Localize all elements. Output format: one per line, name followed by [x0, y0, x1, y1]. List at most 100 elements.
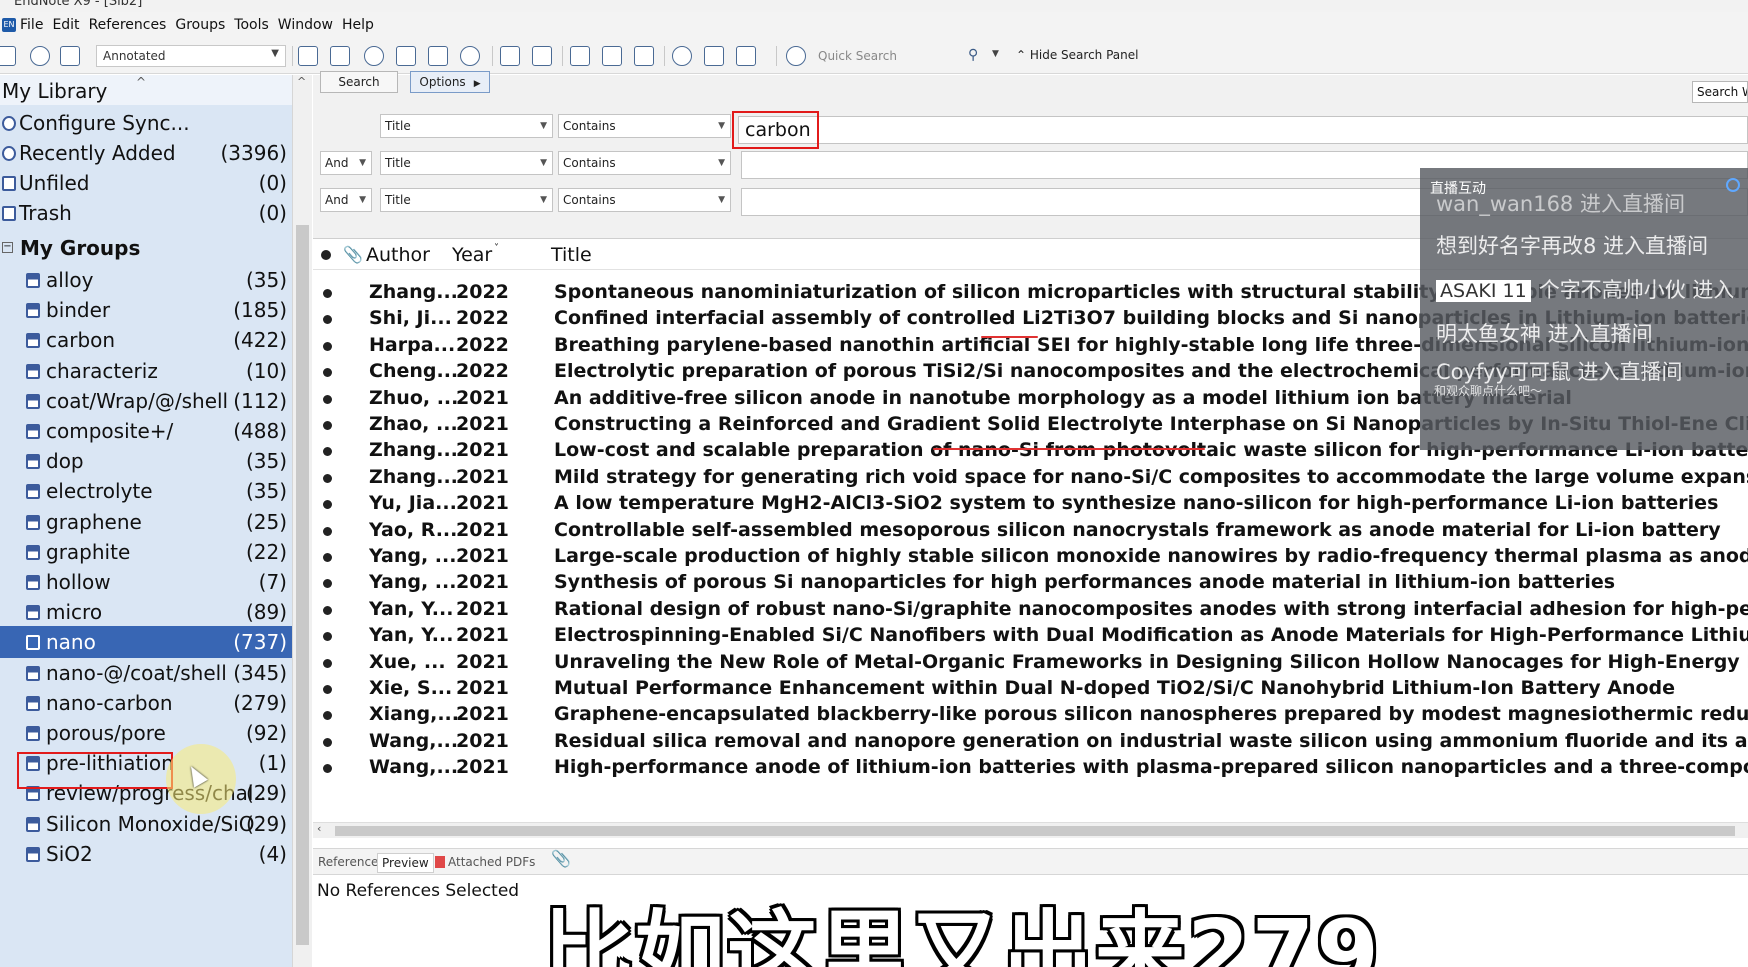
- sidebar-item-recently-added[interactable]: Recently Added (3396): [0, 137, 292, 169]
- tab-reference[interactable]: Reference: [318, 853, 378, 873]
- export-icon[interactable]: [428, 46, 448, 66]
- sidebar-group-item[interactable]: electrolyte (35): [0, 475, 292, 507]
- table-row[interactable]: Yang, ... 2021 Synthesis of porous Si nano…: [313, 568, 1748, 597]
- new-reference-icon[interactable]: [330, 46, 350, 66]
- menu-file[interactable]: File: [20, 17, 43, 33]
- sidebar-group-item[interactable]: alloy (35): [0, 264, 292, 296]
- paperclip-icon[interactable]: 📎: [551, 850, 571, 870]
- sidebar-group-item[interactable]: Silicon Monoxide/SiO (29): [0, 808, 292, 840]
- scrollbar-thumb[interactable]: [335, 826, 1735, 836]
- options-button[interactable]: Options ▶: [410, 71, 490, 93]
- horizontal-scrollbar[interactable]: ‹: [313, 822, 1748, 838]
- search-field-select[interactable]: Title ▼: [380, 151, 553, 175]
- refresh-icon[interactable]: [1726, 178, 1740, 192]
- group-icon: [26, 756, 40, 772]
- sidebar-group-item[interactable]: porous/pore (92): [0, 717, 292, 749]
- sync-icon[interactable]: [672, 46, 692, 66]
- import-icon[interactable]: [396, 46, 416, 66]
- quick-search-input[interactable]: Quick Search: [812, 45, 992, 67]
- chevron-down-icon[interactable]: ▼: [992, 49, 999, 59]
- online-search-icon[interactable]: [30, 46, 50, 66]
- open-link-icon[interactable]: [500, 46, 520, 66]
- scrollbar-thumb[interactable]: [296, 225, 309, 945]
- boolean-select[interactable]: And ▼: [320, 151, 372, 175]
- search-button[interactable]: Search: [320, 71, 398, 93]
- search-operator-select[interactable]: Contains ▼: [558, 188, 731, 212]
- group-icon: [26, 695, 40, 711]
- sidebar-group-item[interactable]: nano-carbon (279): [0, 687, 292, 719]
- search-icon[interactable]: ⚲: [968, 47, 978, 63]
- table-row[interactable]: Xue, ... 2021 Unraveling the New Role of M…: [313, 648, 1748, 677]
- table-row[interactable]: Yan, Y... 2021 Electrospinning-Enabled Si/…: [313, 621, 1748, 650]
- table-row[interactable]: Yu, Jia... 2021 A low temperature MgH2-AlC…: [313, 489, 1748, 518]
- collapse-icon[interactable]: −: [2, 242, 13, 253]
- insert-citation-icon[interactable]: [570, 46, 590, 66]
- chevron-left-icon[interactable]: ‹: [317, 822, 321, 835]
- boolean-select[interactable]: And ▼: [320, 188, 372, 212]
- sidebar-group-item[interactable]: coat/Wrap/@/shell (112): [0, 385, 292, 417]
- share-group-icon[interactable]: [736, 46, 756, 66]
- table-row[interactable]: Wang,... 2021 High-performance anode of li…: [313, 753, 1748, 782]
- column-title[interactable]: Title: [551, 240, 592, 270]
- local-library-icon[interactable]: [0, 46, 16, 66]
- word-icon[interactable]: [634, 46, 654, 66]
- find-full-text-icon[interactable]: [460, 46, 480, 66]
- share-icon[interactable]: [704, 46, 724, 66]
- search-operator-select[interactable]: Contains ▼: [558, 114, 731, 138]
- table-row[interactable]: Yang, ... 2021 Large-scale production of h…: [313, 542, 1748, 571]
- search-field-select[interactable]: Title ▼: [380, 188, 553, 212]
- menu-edit[interactable]: Edit: [52, 17, 79, 33]
- sidebar-group-item[interactable]: micro (89): [0, 596, 292, 628]
- sidebar-item-trash[interactable]: Trash (0): [0, 197, 292, 229]
- tab-preview[interactable]: Preview: [377, 853, 434, 873]
- sidebar-group-item[interactable]: graphene (25): [0, 506, 292, 538]
- tab-attached-pdfs[interactable]: Attached PDFs: [435, 853, 535, 873]
- sidebar-group-item[interactable]: pre-lithiation (1): [0, 747, 292, 779]
- sidebar-item-configure-sync[interactable]: Configure Sync...: [0, 107, 292, 139]
- sidebar-group-item[interactable]: review/progress/chal... (29): [0, 777, 292, 809]
- chevron-up-icon[interactable]: ^: [297, 75, 306, 88]
- copy-library-icon[interactable]: [298, 46, 318, 66]
- column-year[interactable]: Year: [452, 240, 492, 270]
- menu-references[interactable]: References: [89, 17, 167, 33]
- sidebar-group-item[interactable]: dop (35): [0, 445, 292, 477]
- sidebar-group-item[interactable]: nano (737): [0, 626, 292, 659]
- sidebar-group-item[interactable]: hollow (7): [0, 566, 292, 598]
- sidebar-scrollbar[interactable]: ^: [292, 75, 312, 967]
- search-term-input[interactable]: carbon: [738, 116, 1748, 144]
- my-library-header[interactable]: My Library ^: [0, 75, 292, 105]
- table-row[interactable]: Xie, S... 2021 Mutual Performance Enhancem…: [313, 674, 1748, 703]
- sidebar-group-item[interactable]: characteriz (10): [0, 355, 292, 387]
- sidebar-group-item[interactable]: carbon (422): [0, 324, 292, 356]
- sidebar-group-item[interactable]: binder (185): [0, 294, 292, 326]
- sidebar-group-item[interactable]: nano-@/coat/shell (345): [0, 657, 292, 689]
- help-icon[interactable]: [786, 46, 806, 66]
- chevron-up-icon[interactable]: ^: [136, 75, 146, 89]
- table-row[interactable]: Wang,... 2021 Residual silica removal and …: [313, 727, 1748, 756]
- my-groups-header[interactable]: − My Groups: [0, 232, 292, 264]
- sidebar-group-item[interactable]: SiO2 (4): [0, 838, 292, 870]
- menu-tools[interactable]: Tools: [234, 17, 269, 33]
- menu-help[interactable]: Help: [342, 17, 374, 33]
- sidebar-item-unfiled[interactable]: Unfiled (0): [0, 167, 292, 199]
- search-field-select[interactable]: Title ▼: [380, 114, 553, 138]
- read-status-icon[interactable]: [321, 250, 331, 260]
- paperclip-icon[interactable]: 📎: [343, 240, 363, 270]
- table-row[interactable]: Yan, Y... 2021 Rational design of robust n…: [313, 595, 1748, 624]
- table-row[interactable]: Yao, R... 2021 Controllable self-assembled…: [313, 516, 1748, 545]
- online-search-mode-icon[interactable]: [364, 46, 384, 66]
- sidebar-group-item[interactable]: graphite (22): [0, 536, 292, 568]
- format-bibliography-icon[interactable]: [602, 46, 622, 66]
- search-whole-library-select[interactable]: Search Whole Library: [1692, 81, 1748, 103]
- table-row[interactable]: Xiang,... 2021 Graphene-encapsulated black…: [313, 700, 1748, 729]
- hide-search-panel-button[interactable]: ⌃ Hide Search Panel: [1016, 48, 1138, 62]
- column-author[interactable]: Author: [366, 240, 430, 270]
- sidebar-group-item[interactable]: composite+/ (488): [0, 415, 292, 447]
- open-file-icon[interactable]: [532, 46, 552, 66]
- menu-window[interactable]: Window: [278, 17, 333, 33]
- table-row[interactable]: Zhang... 2021 Mild strategy for generating…: [313, 463, 1748, 492]
- menu-groups[interactable]: Groups: [175, 17, 225, 33]
- integrated-library-icon[interactable]: [60, 46, 80, 66]
- output-style-select[interactable]: Annotated ▼: [96, 45, 286, 67]
- search-operator-select[interactable]: Contains ▼: [558, 151, 731, 175]
